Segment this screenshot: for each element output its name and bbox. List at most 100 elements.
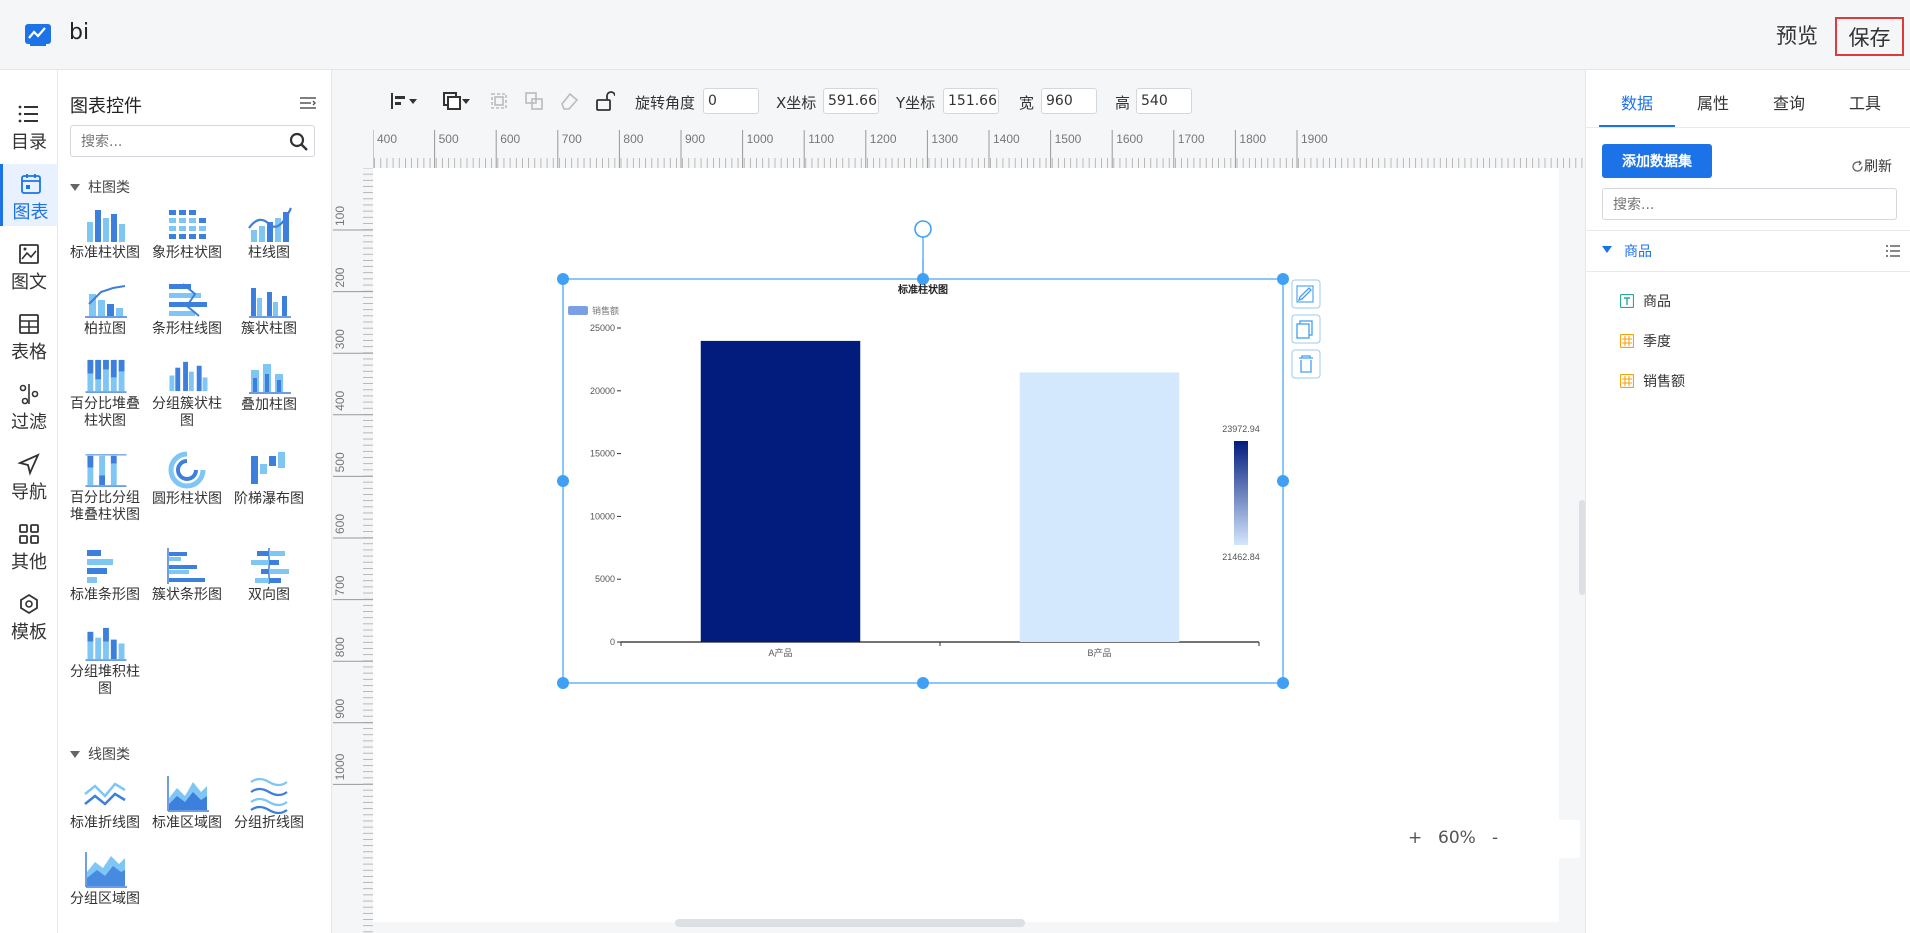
save-button[interactable]: 保存 [1835, 17, 1904, 56]
chart-item-pareto[interactable]: 柏拉图 [64, 280, 146, 354]
zoom-in-button[interactable]: + [1408, 828, 1422, 848]
dataset-search-input[interactable] [1613, 195, 1883, 215]
filter-icon [19, 384, 39, 405]
nav-item-chart[interactable]: 图表 [0, 164, 58, 226]
ruler-label: 100 [333, 206, 347, 226]
chart-item-bidirectional[interactable]: 双向图 [228, 546, 310, 620]
resize-handle-right[interactable] [1277, 475, 1289, 487]
chart-item-grouped-area[interactable]: 分组区域图 [64, 850, 146, 924]
chevron-down-icon[interactable] [407, 90, 419, 112]
chart-item-percent-grouped-stacked-bar[interactable]: 百分比分组堆叠柱状图 [64, 450, 146, 524]
resize-handle-bottom-left[interactable] [557, 677, 569, 689]
eraser-icon[interactable] [558, 90, 580, 112]
legend-label[interactable]: 销售额 [592, 305, 619, 316]
chart-item-standard-line[interactable]: 标准折线图 [64, 774, 146, 848]
chart-item-percent-stacked-bar[interactable]: 百分比堆叠柱状图 [64, 356, 146, 430]
edit-button[interactable] [1291, 279, 1321, 309]
nav-item-navigation[interactable]: 导航 [0, 444, 58, 506]
pictorial-bar-chart-icon [169, 210, 206, 239]
standard-line-chart-icon [84, 782, 126, 806]
chart-item-standard-bar[interactable]: 标准柱状图 [64, 204, 146, 278]
section-header-line[interactable]: 线图类 [70, 744, 130, 764]
nav-item-catalog[interactable]: 目录 [0, 94, 58, 156]
chart-item-grouped-clustered-bar[interactable]: 分组簇状柱图 [146, 356, 228, 430]
visual-map-min-label: 21462.84 [1222, 552, 1260, 562]
circular-bar-chart-icon [168, 451, 206, 489]
navigation-icon [17, 453, 40, 476]
resize-handle-left[interactable] [557, 475, 569, 487]
chart-item-grouped-stacked-bar[interactable]: 分组堆积柱图 [64, 624, 146, 698]
dimension-field-icon [1620, 374, 1634, 388]
field-item-quarter[interactable]: 季度 [1620, 331, 1671, 351]
nav-item-image-text[interactable]: 图文 [0, 234, 58, 296]
visual-map-bar[interactable] [1234, 441, 1248, 545]
height-input[interactable]: 540 [1136, 88, 1192, 114]
percent-grouped-stacked-bar-chart-icon [85, 454, 127, 487]
chart-item-overlay-bar[interactable]: 叠加柱图 [228, 356, 310, 430]
chart-item-standard-area[interactable]: 标准区域图 [146, 774, 228, 848]
rotate-handle[interactable] [914, 220, 932, 238]
y-input[interactable]: 151.666 [943, 88, 999, 114]
nav-item-other[interactable]: 其他 [0, 514, 58, 576]
chart-item-clustered-strip-bar[interactable]: 簇状条形图 [146, 546, 228, 620]
bar[interactable] [700, 340, 861, 642]
list-icon[interactable] [1886, 244, 1900, 258]
field-item-sales[interactable]: 销售额 [1620, 371, 1685, 391]
zoom-out-button[interactable]: - [1492, 828, 1498, 848]
resize-handle-top-right[interactable] [1277, 273, 1289, 285]
tab-query[interactable]: 查询 [1751, 90, 1827, 114]
rotate-input[interactable]: 0 [703, 88, 759, 114]
search-icon[interactable] [289, 132, 309, 152]
resize-handle-bottom[interactable] [917, 677, 929, 689]
field-item-product[interactable]: 商品 [1620, 291, 1671, 311]
width-input[interactable]: 960 [1041, 88, 1097, 114]
chart-item-standard-strip-bar[interactable]: 标准条形图 [64, 546, 146, 620]
chart-item-bar-line[interactable]: 柱线图 [228, 204, 310, 278]
chart-item-step-waterfall[interactable]: 阶梯瀑布图 [228, 450, 310, 524]
resize-handle-bottom-right[interactable] [1277, 677, 1289, 689]
delete-button[interactable] [1291, 349, 1321, 379]
nav-item-table[interactable]: 表格 [0, 304, 58, 366]
tab-properties[interactable]: 属性 [1675, 90, 1751, 114]
chart-icon [20, 174, 41, 194]
unlock-icon[interactable] [593, 90, 615, 112]
add-dataset-button[interactable]: 添加数据集 [1602, 144, 1712, 178]
y-axis-label: 5000 [595, 574, 615, 584]
nav-item-template[interactable]: 模板 [0, 584, 58, 646]
text-field-icon [1620, 294, 1634, 308]
x-axis-label: B产品 [1087, 647, 1111, 658]
width-label: 宽 [1019, 94, 1035, 112]
chart-item-pictorial-bar[interactable]: 象形柱状图 [146, 204, 228, 278]
copy-button[interactable] [1291, 314, 1321, 344]
chart-item-grouped-line[interactable]: 分组折线图 [228, 774, 310, 848]
component-search-input[interactable] [81, 132, 281, 152]
x-input[interactable]: 591.666 [823, 88, 879, 114]
nav-item-filter[interactable]: 过滤 [0, 374, 58, 436]
legend-swatch[interactable] [568, 306, 588, 315]
section-header-bar[interactable]: 柱图类 [70, 177, 130, 197]
bar[interactable] [1019, 372, 1180, 642]
refresh-button[interactable]: 刷新 [1851, 156, 1892, 176]
chart-item-clustered-bar[interactable]: 簇状柱图 [228, 280, 310, 354]
standard-area-chart-icon [167, 776, 209, 812]
nav-label: 目录 [11, 132, 47, 153]
ungroup-icon[interactable] [523, 90, 545, 112]
nav-label: 表格 [11, 342, 47, 363]
horizontal-scrollbar[interactable] [675, 919, 1025, 927]
group-icon[interactable] [488, 90, 510, 112]
ruler-label: 400 [377, 132, 397, 146]
dataset-header[interactable]: 商品 [1586, 230, 1910, 272]
right-panel: 数据 属性 查询 工具 添加数据集 刷新 商品 商品 季度 销售额 [1585, 70, 1910, 933]
tab-data[interactable]: 数据 [1599, 90, 1675, 114]
chart-item-circular-bar[interactable]: 圆形柱状图 [146, 450, 228, 524]
resize-handle-top[interactable] [917, 273, 929, 285]
preview-button[interactable]: 预览 [1776, 20, 1818, 50]
tab-tools[interactable]: 工具 [1827, 90, 1903, 114]
chevron-down-icon[interactable] [460, 90, 472, 112]
chart-widget[interactable]: 标准柱状图 销售额 0 5000 10000 15000 20000 25000 A产品 B… [555, 220, 1335, 695]
collapse-icon[interactable] [300, 96, 316, 110]
step-waterfall-chart-icon [251, 452, 285, 484]
resize-handle-top-left[interactable] [557, 273, 569, 285]
chart-item-bar-strip-line[interactable]: 条形柱线图 [146, 280, 228, 354]
bar-line-chart-icon [248, 207, 292, 242]
